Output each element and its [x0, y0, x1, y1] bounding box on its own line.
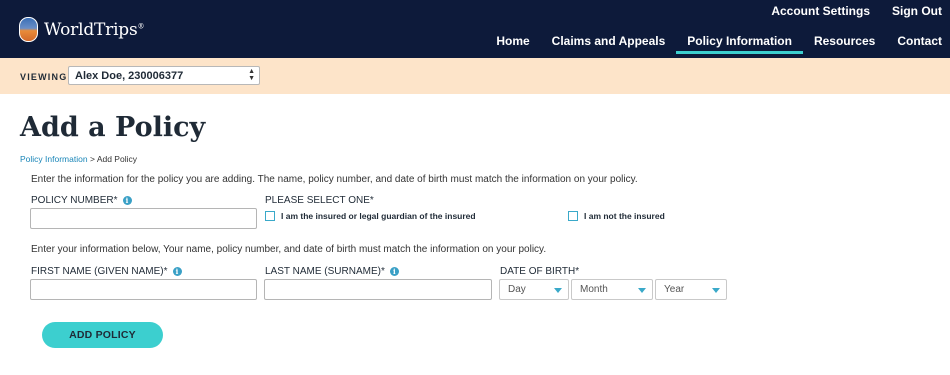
- select-one-label-text: PLEASE SELECT ONE*: [265, 195, 374, 206]
- dob-month-select[interactable]: Month: [571, 279, 653, 300]
- last-name-label-text: LAST NAME (SURNAME)*: [265, 266, 385, 277]
- intro-text: Enter the information for the policy you…: [31, 174, 638, 185]
- dob-year-value: Year: [664, 284, 685, 295]
- policy-number-label-text: POLICY NUMBER*: [31, 195, 118, 206]
- nav-resources[interactable]: Resources: [803, 34, 886, 53]
- dob-year-select[interactable]: Year: [655, 279, 727, 300]
- add-policy-button[interactable]: ADD POLICY: [42, 322, 163, 348]
- dob-day-select[interactable]: Day: [499, 279, 569, 300]
- option-not-insured-label: I am not the insured: [584, 211, 665, 221]
- breadcrumb-policy-information[interactable]: Policy Information: [20, 154, 88, 164]
- first-name-label: FIRST NAME (GIVEN NAME)* i: [31, 266, 182, 277]
- chevron-down-icon: [712, 288, 720, 293]
- last-name-input[interactable]: [264, 279, 492, 300]
- site-header: WorldTrips® Account Settings Sign Out Ho…: [0, 0, 950, 58]
- info-icon[interactable]: i: [122, 196, 132, 205]
- breadcrumb: Policy Information > Add Policy: [20, 154, 137, 164]
- viewing-label: VIEWING:: [20, 72, 72, 82]
- not-insured-checkbox[interactable]: [568, 211, 578, 221]
- nav-claims-and-appeals[interactable]: Claims and Appeals: [541, 34, 677, 53]
- viewing-bar: VIEWING: Alex Doe, 230006377 ▲ ▼: [0, 58, 950, 94]
- option-insured[interactable]: I am the insured or legal guardian of th…: [265, 211, 476, 221]
- last-name-label: LAST NAME (SURNAME)* i: [265, 266, 399, 277]
- logo[interactable]: WorldTrips®: [19, 17, 145, 42]
- breadcrumb-current: Add Policy: [96, 154, 137, 164]
- logo-text: WorldTrips®: [44, 19, 145, 40]
- option-not-insured[interactable]: I am not the insured: [568, 211, 665, 221]
- select-updown-icon: ▲ ▼: [248, 68, 255, 82]
- dob-day-value: Day: [508, 284, 526, 295]
- nav-home[interactable]: Home: [485, 34, 540, 53]
- chevron-down-icon: [554, 288, 562, 293]
- viewing-selected-value: Alex Doe, 230006377: [75, 70, 184, 82]
- policy-number-label: POLICY NUMBER* i: [31, 195, 132, 206]
- first-name-label-text: FIRST NAME (GIVEN NAME)*: [31, 266, 168, 277]
- info-icon[interactable]: i: [172, 267, 182, 276]
- logo-icon: [19, 17, 38, 42]
- option-insured-label: I am the insured or legal guardian of th…: [281, 211, 476, 221]
- account-links: Account Settings Sign Out: [771, 4, 942, 18]
- info-icon[interactable]: i: [389, 267, 399, 276]
- account-settings-link[interactable]: Account Settings: [771, 4, 870, 18]
- dob-month-value: Month: [580, 284, 608, 295]
- sign-out-link[interactable]: Sign Out: [892, 4, 942, 18]
- dob-label: DATE OF BIRTH*: [500, 266, 579, 277]
- nav-contact[interactable]: Contact: [886, 34, 942, 53]
- chevron-down-icon: [638, 288, 646, 293]
- policy-number-input[interactable]: [30, 208, 257, 229]
- first-name-input[interactable]: [30, 279, 257, 300]
- page-title: Add a Policy: [20, 112, 206, 143]
- dob-label-text: DATE OF BIRTH*: [500, 266, 580, 277]
- nav-policy-information[interactable]: Policy Information: [676, 34, 803, 54]
- intro-text-2: Enter your information below, Your name,…: [31, 244, 547, 255]
- main-nav: Home Claims and Appeals Policy Informati…: [485, 34, 942, 54]
- breadcrumb-separator: >: [89, 154, 95, 164]
- viewing-select[interactable]: Alex Doe, 230006377 ▲ ▼: [68, 66, 260, 85]
- select-one-label: PLEASE SELECT ONE*: [265, 195, 374, 206]
- insured-checkbox[interactable]: [265, 211, 275, 221]
